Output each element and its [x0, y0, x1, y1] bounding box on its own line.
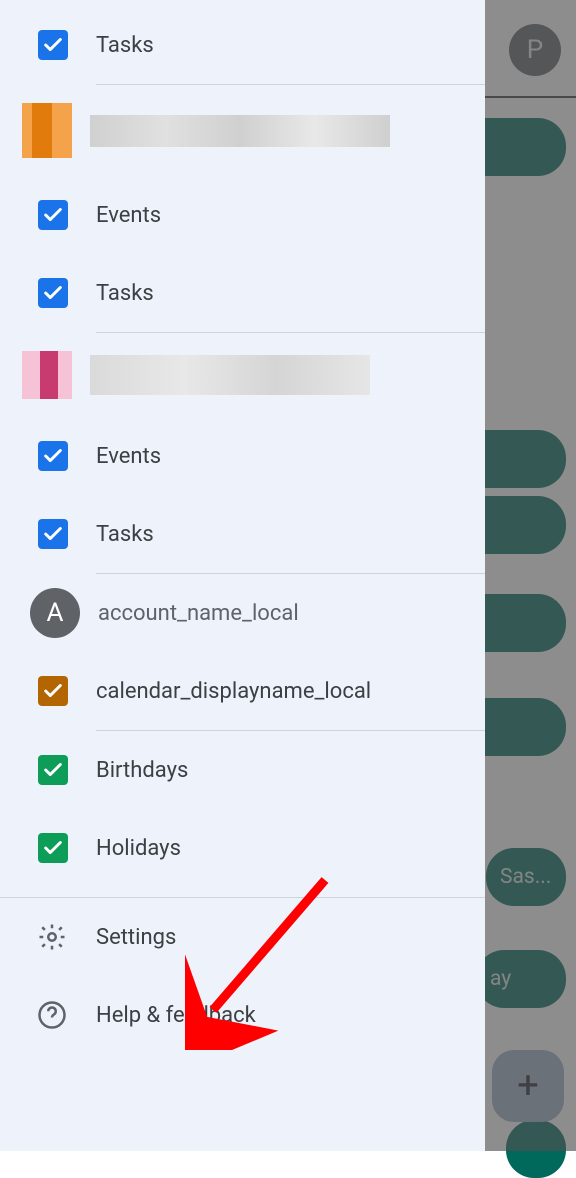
calendar-toggle-local[interactable]: calendar_displayname_local — [0, 652, 485, 730]
calendar-toggle-events[interactable]: Events — [0, 176, 485, 254]
redacted-text — [90, 355, 370, 395]
redacted-text — [90, 115, 390, 147]
account-name: account_name_local — [98, 601, 299, 626]
toggle-label: Tasks — [96, 281, 154, 306]
toggle-label: calendar_displayname_local — [96, 679, 371, 704]
help-icon — [36, 999, 68, 1031]
calendar-toggle-tasks[interactable]: Tasks — [0, 6, 485, 84]
checkbox-checked-icon — [38, 519, 68, 549]
calendar-toggle-holidays[interactable]: Holidays — [0, 809, 485, 887]
toggle-label: Tasks — [96, 33, 154, 58]
checkbox-checked-icon — [38, 30, 68, 60]
checkbox-checked-icon — [38, 441, 68, 471]
settings-button[interactable]: Settings — [0, 898, 485, 976]
toggle-label: Tasks — [96, 522, 154, 547]
checkbox-checked-icon — [38, 833, 68, 863]
toggle-label: Events — [96, 203, 161, 228]
redacted-avatar — [22, 103, 72, 158]
account-header-redacted[interactable] — [0, 85, 485, 176]
toggle-label: Birthdays — [96, 758, 188, 783]
toggle-label: Holidays — [96, 836, 181, 861]
calendar-toggle-events[interactable]: Events — [0, 417, 485, 495]
help-button[interactable]: Help & feedback — [0, 976, 485, 1054]
calendar-toggle-tasks[interactable]: Tasks — [0, 495, 485, 573]
help-label: Help & feedback — [96, 1003, 256, 1028]
calendar-toggle-birthdays[interactable]: Birthdays — [0, 731, 485, 809]
checkbox-checked-icon — [38, 200, 68, 230]
settings-label: Settings — [96, 925, 176, 950]
account-header-local[interactable]: A account_name_local — [0, 574, 485, 652]
navigation-drawer: Tasks Events Tasks E — [0, 0, 485, 1151]
calendar-toggle-tasks[interactable]: Tasks — [0, 254, 485, 332]
checkbox-checked-icon — [38, 278, 68, 308]
toggle-label: Events — [96, 444, 161, 469]
checkbox-checked-icon — [38, 676, 68, 706]
avatar: A — [30, 588, 80, 638]
checkbox-checked-icon — [38, 755, 68, 785]
redacted-avatar — [22, 351, 72, 399]
account-header-redacted[interactable] — [0, 333, 485, 417]
gear-icon — [36, 921, 68, 953]
